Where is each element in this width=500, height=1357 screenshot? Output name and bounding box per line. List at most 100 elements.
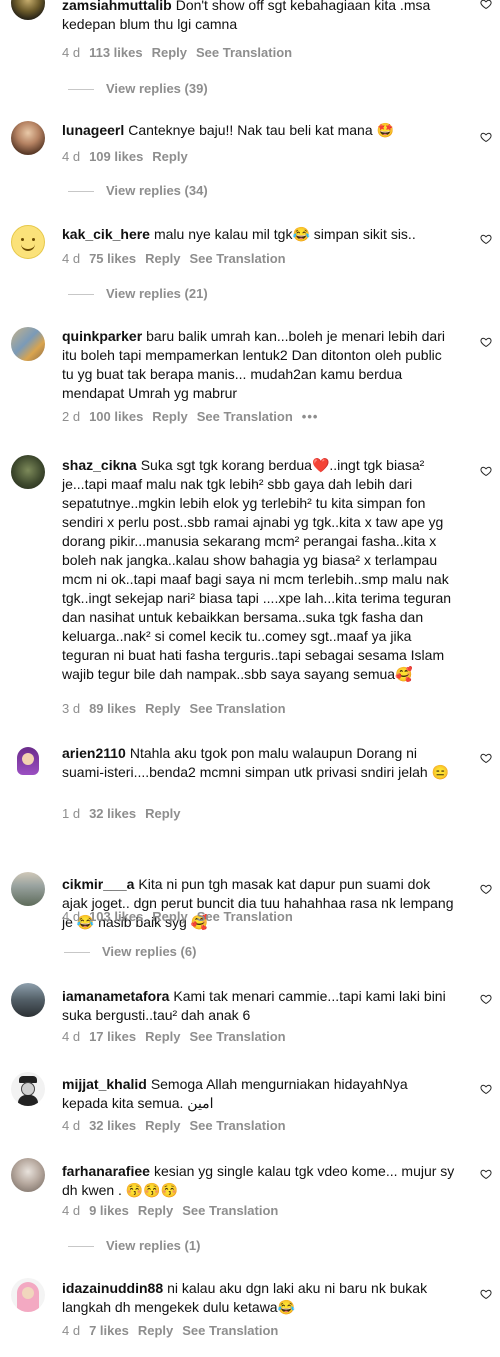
reply-button[interactable]: Reply [152, 45, 187, 60]
username[interactable]: iamanametafora [62, 988, 169, 1004]
see-translation-button[interactable]: See Translation [182, 1323, 278, 1338]
username[interactable]: mijjat_khalid [62, 1076, 147, 1092]
avatar-figure [18, 1095, 38, 1106]
view-replies-button[interactable]: View replies (6) [64, 944, 196, 959]
username[interactable]: farhanarafiee [62, 1163, 150, 1179]
comment-meta: 4 d 113 likes Reply See Translation [62, 45, 301, 60]
username[interactable]: arien2110 [62, 745, 126, 761]
reply-button[interactable]: Reply [152, 149, 187, 164]
see-translation-button[interactable]: See Translation [189, 1118, 285, 1133]
reply-button[interactable]: Reply [145, 1118, 180, 1133]
reply-button[interactable]: Reply [145, 251, 180, 266]
heart-icon[interactable] [480, 1168, 492, 1180]
like-count[interactable]: 7 likes [89, 1323, 129, 1338]
username[interactable]: idazainuddin88 [62, 1280, 163, 1296]
reply-button[interactable]: Reply [152, 409, 187, 424]
comment-age: 4 d [62, 45, 81, 60]
heart-icon[interactable] [480, 1288, 492, 1300]
view-replies-label: View replies (34) [106, 183, 208, 198]
reply-button[interactable]: Reply [138, 1323, 173, 1338]
heart-icon[interactable] [480, 336, 492, 348]
comment-body: kak_cik_here malu nye kalau mil tgk😂 simp… [62, 225, 457, 244]
like-count[interactable]: 32 likes [89, 806, 136, 821]
comment-meta: 4 d 7 likes Reply See Translation [62, 1323, 287, 1338]
avatar[interactable] [11, 744, 45, 778]
comment-body: iamanametafora Kami tak menari cammie...t… [62, 987, 457, 1025]
replies-divider [68, 191, 94, 193]
more-options-icon[interactable]: ••• [302, 409, 319, 424]
avatar[interactable] [11, 1278, 45, 1312]
see-translation-button[interactable]: See Translation [196, 45, 292, 60]
view-replies-label: View replies (39) [106, 81, 208, 96]
heart-icon[interactable] [480, 131, 492, 143]
view-replies-button[interactable]: View replies (21) [68, 286, 208, 301]
comment-body: mijjat_khalid Semoga Allah mengurniakan h… [62, 1075, 457, 1113]
view-replies-button[interactable]: View replies (1) [68, 1238, 200, 1253]
view-replies-button[interactable]: View replies (39) [68, 81, 208, 96]
replies-divider [68, 1246, 94, 1248]
heart-icon[interactable] [480, 233, 492, 245]
username[interactable]: lunageerl [62, 122, 124, 138]
avatar[interactable] [11, 0, 45, 20]
comment-meta: 4 d 109 likes Reply [62, 149, 197, 164]
comment-meta: 4 d 75 likes Reply See Translation [62, 251, 295, 266]
smiley-face [21, 243, 35, 251]
username[interactable]: kak_cik_here [62, 226, 150, 242]
avatar[interactable] [11, 872, 45, 906]
comment-age: 4 d [62, 149, 81, 164]
reply-button[interactable]: Reply [145, 806, 180, 821]
avatar[interactable] [11, 983, 45, 1017]
heart-icon[interactable] [480, 465, 492, 477]
username[interactable]: shaz_cikna [62, 457, 137, 473]
like-count[interactable]: 32 likes [89, 1118, 136, 1133]
comment-text: malu nye kalau mil tgk😂 simpan sikit sis… [153, 226, 416, 242]
like-count[interactable]: 113 likes [89, 45, 143, 60]
reply-button[interactable]: Reply [145, 701, 180, 716]
heart-icon[interactable] [480, 1083, 492, 1095]
comment-body: shaz_cikna Suka sgt tgk korang berdua❤️..… [62, 456, 457, 684]
heart-icon[interactable] [480, 993, 492, 1005]
like-count[interactable]: 103 likes [89, 909, 143, 924]
comment-age: 4 d [62, 1029, 81, 1044]
smiley-face [21, 238, 24, 241]
view-replies-label: View replies (1) [106, 1238, 201, 1253]
comment-meta: 2 d 100 likes Reply See Translation ••• [62, 409, 327, 424]
reply-button[interactable]: Reply [145, 1029, 180, 1044]
see-translation-button[interactable]: See Translation [197, 409, 293, 424]
comment-age: 4 d [62, 1323, 81, 1338]
heart-icon[interactable] [480, 752, 492, 764]
heart-icon[interactable] [480, 0, 492, 10]
avatar[interactable] [11, 1158, 45, 1192]
username[interactable]: zamsiahmuttalib [62, 0, 172, 13]
heart-icon[interactable] [480, 883, 492, 895]
like-count[interactable]: 100 likes [89, 409, 143, 424]
comment-age: 3 d [62, 701, 81, 716]
avatar[interactable] [11, 1072, 45, 1106]
see-translation-button[interactable]: See Translation [197, 909, 293, 924]
like-count[interactable]: 9 likes [89, 1203, 129, 1218]
avatar-face [22, 1287, 34, 1299]
avatar[interactable] [11, 455, 45, 489]
comment-text: Suka sgt tgk korang berdua❤️..ingt tgk b… [62, 457, 452, 682]
view-replies-label: View replies (6) [102, 944, 197, 959]
see-translation-button[interactable]: See Translation [189, 251, 285, 266]
see-translation-button[interactable]: See Translation [182, 1203, 278, 1218]
replies-divider [68, 294, 94, 296]
like-count[interactable]: 109 likes [89, 149, 143, 164]
view-replies-label: View replies (21) [106, 286, 208, 301]
username[interactable]: quinkparker [62, 328, 142, 344]
like-count[interactable]: 17 likes [89, 1029, 136, 1044]
reply-button[interactable]: Reply [138, 1203, 173, 1218]
username[interactable]: cikmir___a [62, 876, 134, 892]
reply-button[interactable]: Reply [152, 909, 187, 924]
see-translation-button[interactable]: See Translation [189, 1029, 285, 1044]
see-translation-button[interactable]: See Translation [189, 701, 285, 716]
like-count[interactable]: 89 likes [89, 701, 136, 716]
avatar[interactable] [11, 327, 45, 361]
view-replies-button[interactable]: View replies (34) [68, 183, 208, 198]
like-count[interactable]: 75 likes [89, 251, 136, 266]
avatar[interactable] [11, 225, 45, 259]
avatar[interactable] [11, 121, 45, 155]
comment-meta: 4 d 32 likes Reply See Translation [62, 1118, 295, 1133]
comment-age: 4 d [62, 251, 81, 266]
